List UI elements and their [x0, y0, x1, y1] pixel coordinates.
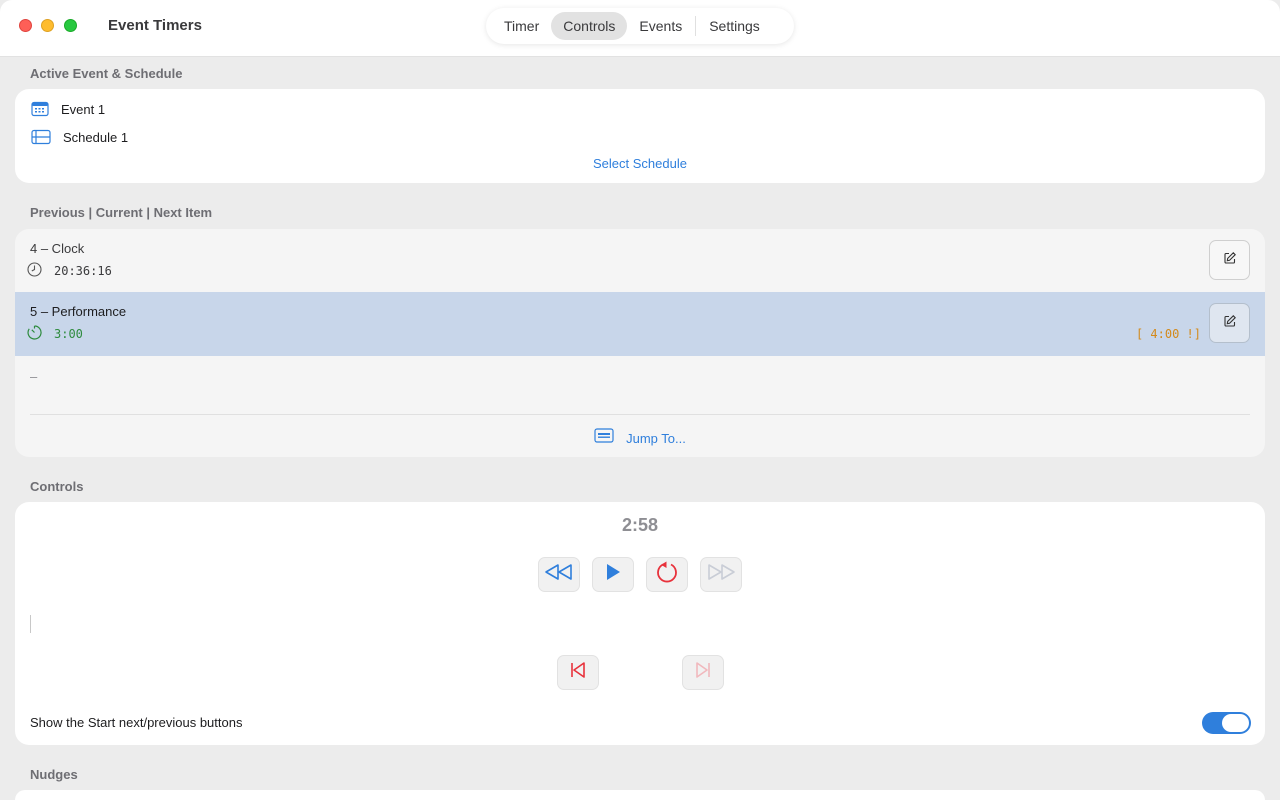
rewind-icon — [543, 563, 575, 586]
play-button[interactable] — [592, 557, 634, 592]
current-item-time-row: 3:00 — [27, 325, 83, 343]
jump-divider — [30, 414, 1250, 415]
timer-readout: 2:58 — [621, 515, 659, 535]
calendar-icon — [31, 101, 49, 117]
active-section-label: Active Event & Schedule — [30, 66, 183, 81]
previous-item-row[interactable]: 4 – Clock 20:36:16 — [15, 229, 1265, 292]
start-next-button[interactable] — [682, 655, 724, 690]
previous-item-time: 20:36:16 — [54, 264, 112, 278]
skip-forward-icon — [694, 661, 712, 684]
edit-icon — [1223, 251, 1237, 270]
tab-timer[interactable]: Timer — [492, 12, 551, 40]
jump-to-button[interactable]: Jump To... — [15, 428, 1265, 448]
tab-settings[interactable]: Settings — [697, 12, 772, 40]
items-card: 4 – Clock 20:36:16 5 – Performance 3:00 … — [15, 229, 1265, 457]
play-icon — [604, 563, 622, 586]
event-row: Event 1 — [31, 101, 105, 117]
event-name: Event 1 — [61, 101, 106, 117]
controls-section-label: Controls — [30, 479, 84, 494]
toggle-knob — [1222, 714, 1249, 732]
previous-item-title: 4 – Clock — [30, 241, 85, 256]
reset-button[interactable] — [646, 557, 688, 592]
tab-events[interactable]: Events — [627, 12, 694, 40]
select-schedule-link[interactable]: Select Schedule — [15, 156, 1265, 171]
nudges-card — [15, 790, 1265, 800]
current-item-title: 5 – Performance — [30, 304, 127, 319]
clock-icon — [27, 262, 42, 280]
app-window: Event Timers Timer Controls Events Setti… — [0, 0, 1280, 800]
tab-controls[interactable]: Controls — [551, 12, 628, 40]
timer-icon — [27, 325, 42, 343]
next-item-row[interactable]: – — [15, 356, 1265, 414]
fast-forward-button[interactable] — [700, 557, 742, 592]
nudges-section-label: Nudges — [30, 767, 78, 782]
jump-to-label: Jump To... — [626, 430, 686, 446]
tab-divider — [695, 16, 697, 36]
schedule-name: Schedule 1 — [63, 129, 129, 145]
list-box-icon — [594, 428, 614, 448]
tab-bar: Timer Controls Events Settings — [486, 8, 794, 44]
previous-item-time-row: 20:36:16 — [27, 262, 112, 280]
edit-previous-button[interactable] — [1209, 240, 1250, 280]
rewind-button[interactable] — [538, 557, 580, 592]
skip-back-icon — [569, 661, 587, 684]
edit-icon — [1223, 314, 1237, 333]
current-item-row[interactable]: 5 – Performance 3:00 [ 4:00 !] — [15, 292, 1265, 356]
schedule-row: Schedule 1 — [31, 129, 128, 145]
list-icon — [31, 129, 51, 145]
minimize-window-button[interactable] — [41, 19, 54, 32]
show-start-buttons-label: Show the Start next/previous buttons — [30, 715, 243, 730]
start-previous-button[interactable] — [557, 655, 599, 690]
overrun-badge: [ 4:00 !] — [1135, 327, 1201, 341]
fast-forward-icon — [705, 563, 737, 586]
current-item-time: 3:00 — [54, 327, 83, 341]
next-item-title: – — [30, 369, 38, 384]
close-window-button[interactable] — [19, 19, 32, 32]
zoom-window-button[interactable] — [64, 19, 77, 32]
app-title: Event Timers — [108, 17, 202, 34]
reset-icon — [655, 560, 679, 589]
items-section-label: Previous | Current | Next Item — [30, 205, 213, 220]
slider-marker — [30, 615, 31, 633]
active-event-card: Event 1 Schedule 1 Select Schedule — [15, 89, 1265, 183]
controls-card: 2:58 Show the Start next/previous button… — [15, 502, 1265, 745]
title-bar: Event Timers Timer Controls Events Setti… — [0, 0, 1280, 57]
show-start-buttons-toggle[interactable] — [1202, 712, 1251, 734]
edit-current-button[interactable] — [1209, 303, 1250, 343]
